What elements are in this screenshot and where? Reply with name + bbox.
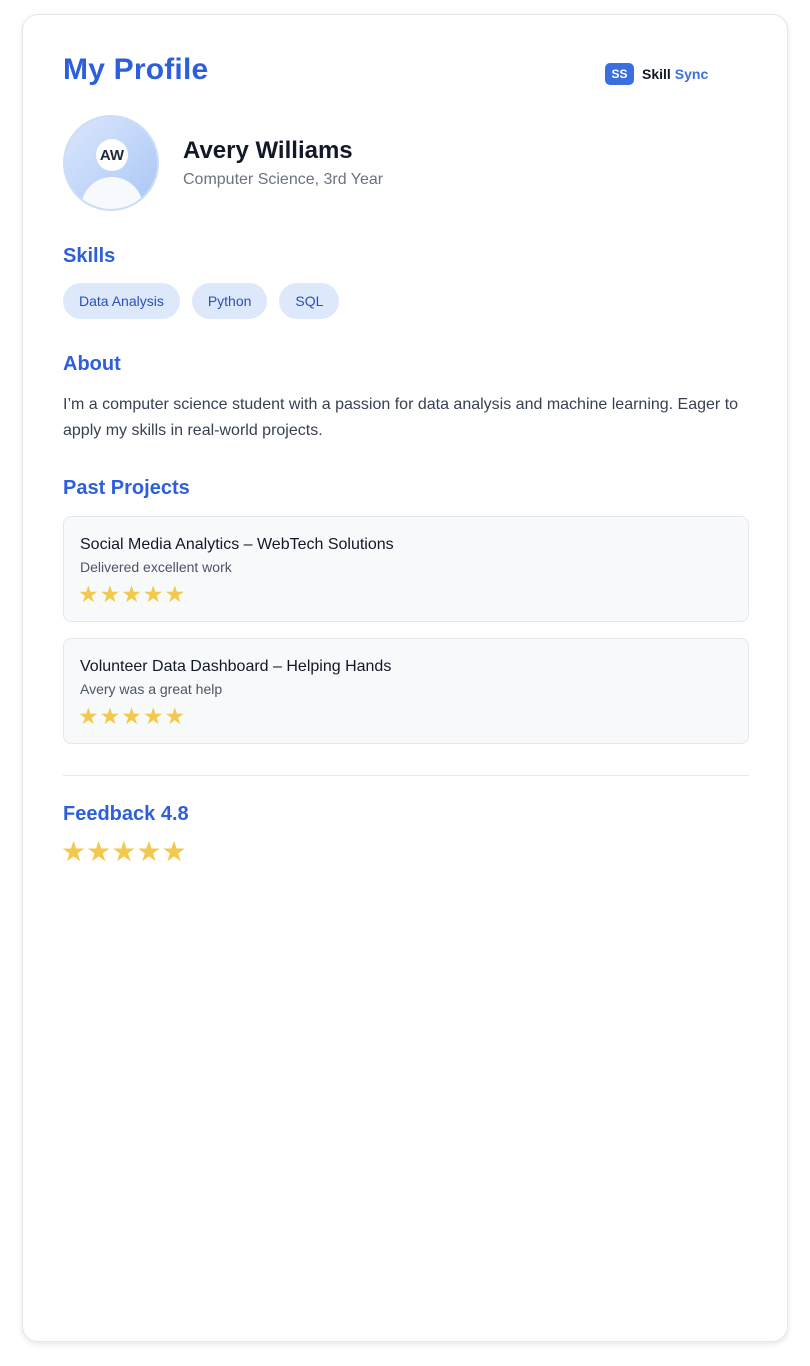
project-title: Social Media Analytics – WebTech Solutio…: [80, 536, 394, 553]
star-icon: ★: [99, 703, 121, 729]
profile-name: Avery Williams: [183, 137, 353, 164]
star-icon: ★: [121, 703, 142, 729]
star-icon: ★: [142, 581, 164, 607]
avatar: AW: [63, 115, 159, 211]
feedback-rating: ★ ★ ★ ★ ★: [61, 838, 187, 866]
brand-name: Skill: [642, 66, 671, 82]
project-title: Volunteer Data Dashboard – Helping Hands: [80, 658, 392, 675]
star-icon: ★: [86, 836, 112, 867]
star-icon: ★: [121, 581, 142, 607]
section-divider: [63, 775, 749, 776]
brand-logo[interactable]: SS Skill Sync: [605, 63, 708, 85]
user-silhouette-icon: [81, 177, 143, 209]
project-card[interactable]: Social Media Analytics – WebTech Solutio…: [63, 516, 749, 622]
project-feedback: Delivered excellent work: [80, 559, 232, 575]
brand-badge: SS: [605, 63, 634, 85]
project-rating: ★ ★ ★ ★ ★: [78, 705, 185, 728]
page-title: My Profile: [63, 53, 209, 86]
profile-card: My Profile SS Skill Sync AW Avery Willia…: [22, 14, 788, 1342]
feedback-heading: Feedback 4.8: [63, 803, 189, 825]
brand-name-accent: Sync: [674, 66, 709, 82]
about-text: I’m a computer science student with a pa…: [63, 396, 739, 439]
skill-chip[interactable]: SQL: [279, 283, 340, 319]
skill-chip[interactable]: Data Analysis: [63, 283, 180, 319]
skills-list: Data Analysis Python SQL: [63, 283, 340, 319]
avatar-initials: AW: [96, 139, 128, 171]
star-icon: ★: [164, 581, 186, 607]
star-icon: ★: [161, 836, 187, 867]
skills-heading: Skills: [63, 245, 116, 267]
star-icon: ★: [99, 581, 121, 607]
project-card[interactable]: Volunteer Data Dashboard – Helping Hands…: [63, 638, 749, 744]
star-icon: ★: [136, 836, 162, 867]
about-heading: About: [63, 353, 121, 375]
star-icon: ★: [61, 836, 87, 867]
skill-chip[interactable]: Python: [191, 283, 268, 319]
star-icon: ★: [78, 581, 99, 607]
star-icon: ★: [111, 836, 137, 867]
project-rating: ★ ★ ★ ★ ★: [78, 583, 185, 606]
projects-heading: Past Projects: [63, 477, 190, 499]
profile-subtitle: Computer Science, 3rd Year: [183, 171, 384, 188]
star-icon: ★: [78, 703, 99, 729]
project-feedback: Avery was a great help: [80, 681, 223, 697]
star-icon: ★: [164, 703, 186, 729]
star-icon: ★: [142, 703, 164, 729]
